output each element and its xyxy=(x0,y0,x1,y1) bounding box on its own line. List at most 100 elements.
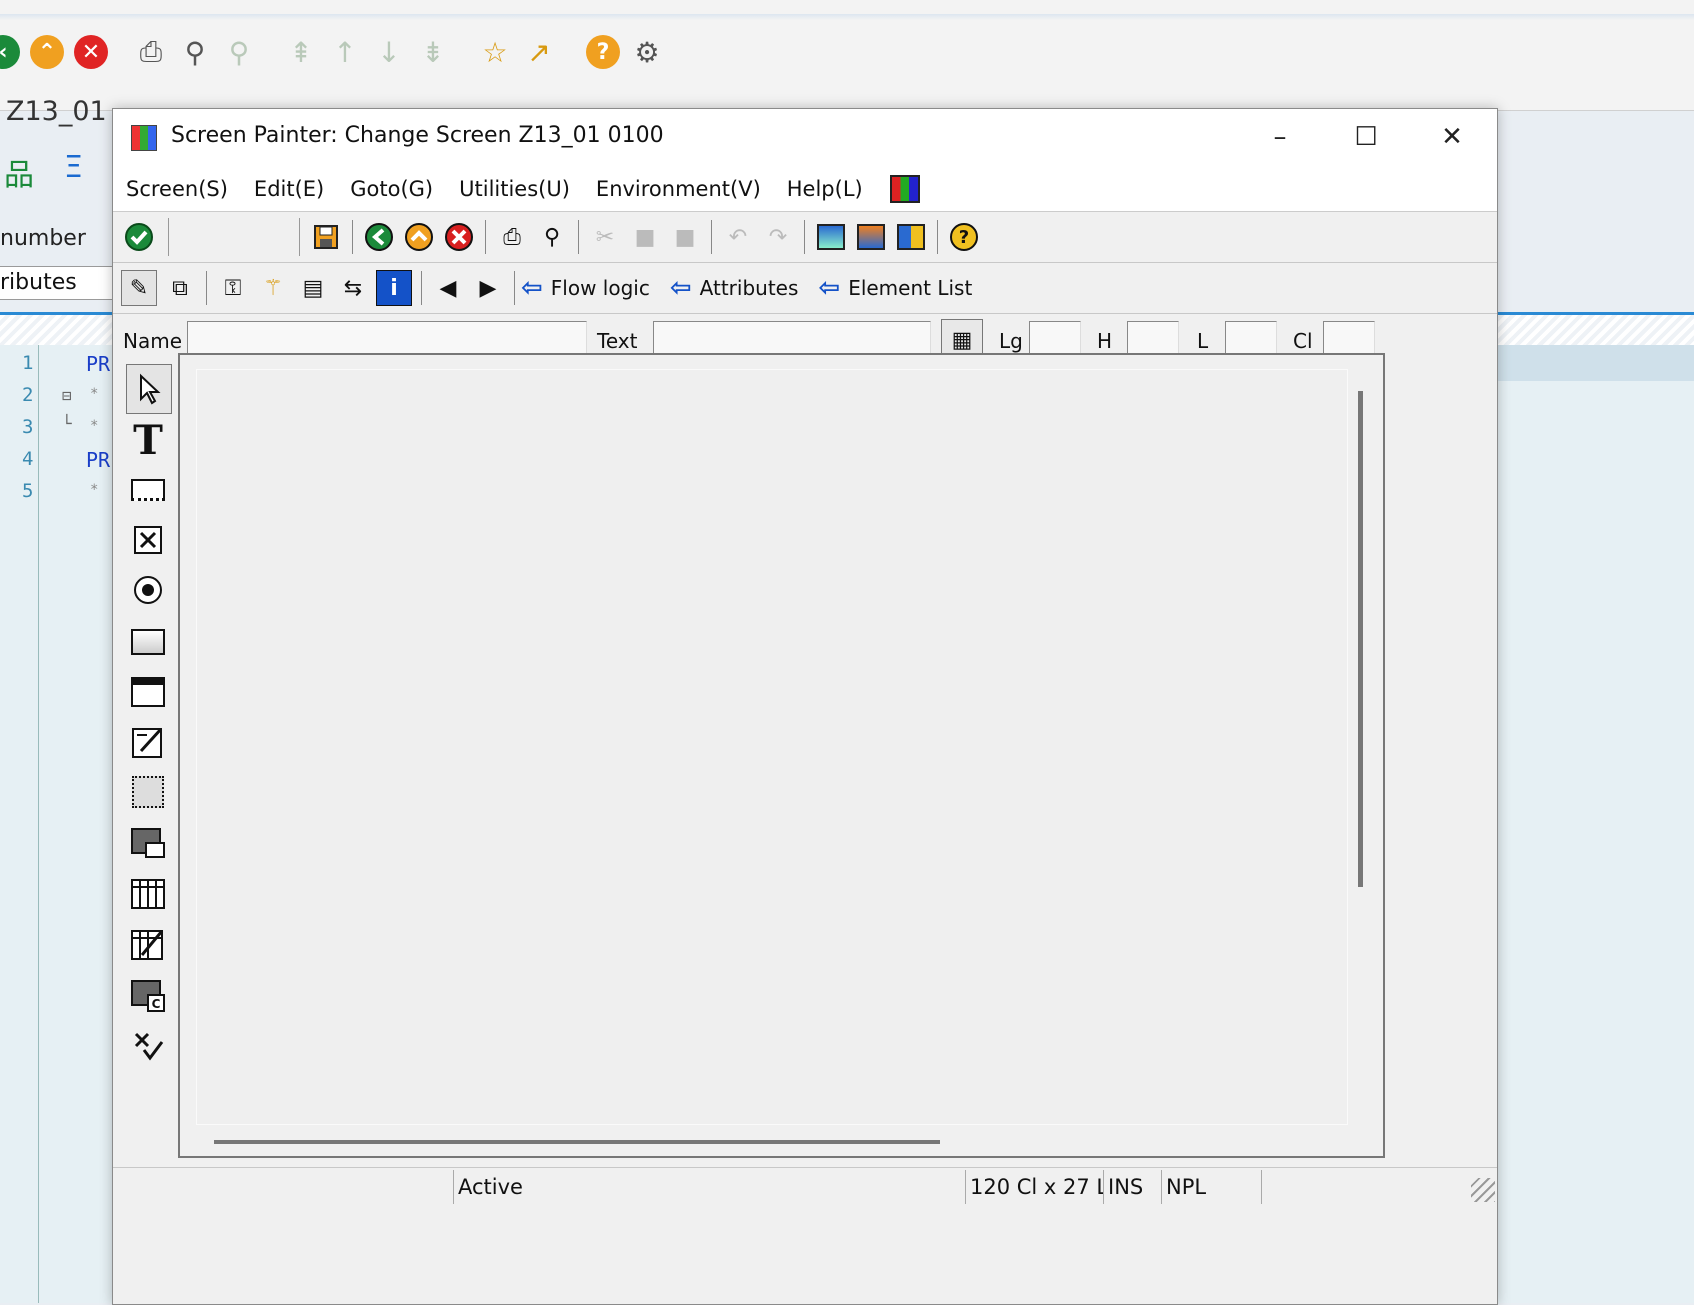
hierarchy-icon[interactable]: 品 xyxy=(4,150,34,198)
settings-gear-icon[interactable]: ⚙ xyxy=(630,34,664,70)
menu-screen[interactable]: Screen(S) xyxy=(113,177,241,201)
back-icon[interactable]: ‹ xyxy=(0,35,20,69)
menu-goto[interactable]: Goto(G) xyxy=(337,177,446,201)
close-button[interactable]: ✕ xyxy=(1417,115,1487,159)
standard-toolbar: ⎙ ⚲ ✂ ■ ■ ↶ ↷ ? xyxy=(113,212,1497,263)
code-line[interactable]: * xyxy=(90,482,98,498)
previous-page-icon[interactable]: ↑ xyxy=(328,34,362,70)
fold-line-icon: └ xyxy=(62,414,72,433)
find-icon[interactable]: ⚲ xyxy=(535,220,569,254)
hierarchy-icon[interactable]: ⇆ xyxy=(336,271,370,305)
radio-button-icon[interactable] xyxy=(126,566,170,614)
cancel-icon[interactable] xyxy=(442,220,476,254)
minimize-button[interactable]: – xyxy=(1245,115,1315,159)
next-icon[interactable]: ▶ xyxy=(471,271,505,305)
menu-utilities[interactable]: Utilities(U) xyxy=(446,177,583,201)
code-line[interactable]: * xyxy=(90,418,98,434)
copy-icon[interactable]: ■ xyxy=(628,220,662,254)
tabstrip-icon[interactable] xyxy=(126,668,170,716)
background-tree-icons: 品 Ξ xyxy=(0,150,83,198)
activate-icon[interactable]: ⚿ xyxy=(216,271,250,305)
cancel-icon[interactable]: ✕ xyxy=(74,35,108,69)
code-line[interactable]: PR xyxy=(86,448,110,472)
display-change-icon[interactable]: ⧉ xyxy=(163,271,197,305)
maximize-button[interactable]: ☐ xyxy=(1331,115,1401,159)
cl-label: Cl xyxy=(1293,329,1313,353)
undo-icon[interactable]: ↶ xyxy=(721,220,755,254)
lg-label: Lg xyxy=(999,329,1023,353)
collapse-icon[interactable]: ⊟ xyxy=(62,386,72,405)
edit-mode-pencil-icon[interactable]: ✎ xyxy=(121,270,157,306)
status-icon-tool[interactable] xyxy=(126,1022,170,1070)
svg-text:?: ? xyxy=(959,227,969,248)
cut-icon[interactable]: ✂ xyxy=(588,220,622,254)
previous-icon[interactable]: ◀ xyxy=(431,271,465,305)
flow-logic-label: Flow logic xyxy=(550,276,650,300)
tabstrip-wizard-icon[interactable] xyxy=(126,718,170,766)
text-field-icon[interactable]: T xyxy=(126,416,170,464)
magic-wand-icon[interactable]: ⚚ xyxy=(256,271,290,305)
help-icon[interactable]: ? xyxy=(947,220,981,254)
save-icon[interactable] xyxy=(309,220,343,254)
print-icon[interactable]: ⎙ xyxy=(495,220,529,254)
arrow-left-icon: ⇦ xyxy=(669,273,692,303)
back-icon[interactable] xyxy=(362,220,396,254)
find-icon[interactable]: ⚲ xyxy=(178,34,212,70)
resize-grip[interactable] xyxy=(1471,1178,1495,1202)
menu-help[interactable]: Help(L) xyxy=(774,177,876,201)
l-label: L xyxy=(1197,329,1209,353)
find-next-icon[interactable]: ⚲ xyxy=(222,34,256,70)
first-page-icon[interactable]: ⇞ xyxy=(284,34,318,70)
table-control-wizard-icon[interactable] xyxy=(126,920,170,968)
structure-icon[interactable]: Ξ xyxy=(64,150,83,198)
print-icon[interactable]: ⎙ xyxy=(134,34,168,70)
vertical-scrollbar[interactable] xyxy=(1358,391,1363,887)
menu-environment[interactable]: Environment(V) xyxy=(583,177,774,201)
code-line[interactable]: PR xyxy=(86,352,110,376)
layout-canvas[interactable] xyxy=(196,369,1348,1125)
exit-icon[interactable]: ⌃ xyxy=(30,35,64,69)
subscreen-area-icon[interactable] xyxy=(126,820,170,868)
checkbox-icon[interactable] xyxy=(126,516,170,564)
element-list-label: Element List xyxy=(848,276,973,300)
custom-control-icon[interactable]: C xyxy=(126,972,170,1020)
svg-text:C: C xyxy=(152,997,161,1011)
ok-check-icon[interactable] xyxy=(119,217,159,257)
redo-icon[interactable]: ↷ xyxy=(761,220,795,254)
dictionary-fields-icon[interactable]: ▤ xyxy=(296,271,330,305)
next-page-icon[interactable]: ↓ xyxy=(372,34,406,70)
line-number: 4 xyxy=(22,448,34,470)
layout-icon-1[interactable] xyxy=(814,220,848,254)
exit-icon[interactable] xyxy=(402,220,436,254)
last-page-icon[interactable]: ⇟ xyxy=(416,34,450,70)
title-bar[interactable]: Screen Painter: Change Screen Z13_01 010… xyxy=(113,109,1497,167)
status-insert-mode: INS xyxy=(1103,1170,1161,1204)
line-number: 5 xyxy=(22,480,34,502)
flow-logic-button[interactable]: ⇦ Flow logic xyxy=(521,273,650,303)
code-line[interactable]: * xyxy=(90,386,98,402)
command-field[interactable] xyxy=(168,218,300,256)
status-state: Active xyxy=(453,1170,965,1204)
paste-icon[interactable]: ■ xyxy=(668,220,702,254)
layout-menu-icon[interactable] xyxy=(889,175,920,203)
horizontal-scrollbar[interactable] xyxy=(214,1140,940,1144)
menu-edit[interactable]: Edit(E) xyxy=(241,177,337,201)
element-list-button[interactable]: ⇦ Element List xyxy=(818,273,972,303)
layout-icon-3[interactable] xyxy=(894,220,928,254)
help-icon[interactable]: ? xyxy=(586,35,620,69)
attributes-button[interactable]: ⇦ Attributes xyxy=(670,273,799,303)
arrow-left-icon: ⇦ xyxy=(521,273,543,303)
input-field-icon[interactable] xyxy=(126,466,170,514)
background-attributes-field[interactable]: ributes xyxy=(0,266,113,300)
layout-icon-2[interactable] xyxy=(854,220,888,254)
table-control-icon[interactable] xyxy=(126,870,170,918)
box-frame-icon[interactable] xyxy=(126,768,170,816)
shortcut-icon[interactable]: ↗ xyxy=(522,34,556,70)
pushbutton-icon[interactable] xyxy=(126,618,170,666)
name-label: Name xyxy=(123,329,183,353)
new-session-icon[interactable]: ☆ xyxy=(478,34,512,70)
select-pointer-icon[interactable] xyxy=(126,364,172,414)
line-number: 1 xyxy=(22,352,34,374)
info-icon[interactable]: i xyxy=(376,270,412,306)
line-number: 3 xyxy=(22,416,34,438)
